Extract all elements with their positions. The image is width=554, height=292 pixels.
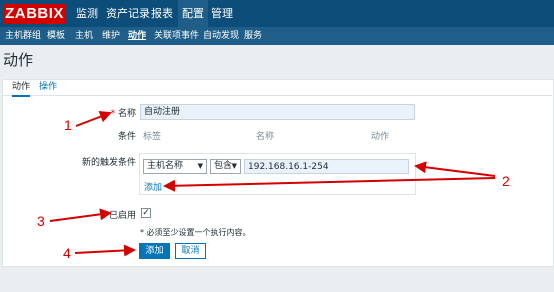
arrow-4 — [74, 244, 136, 257]
annotation-arrows — [49, 110, 496, 257]
arrow-2b — [163, 177, 496, 192]
arrow-2a — [414, 161, 496, 177]
arrow-1 — [75, 110, 112, 127]
arrow-3 — [49, 208, 112, 222]
